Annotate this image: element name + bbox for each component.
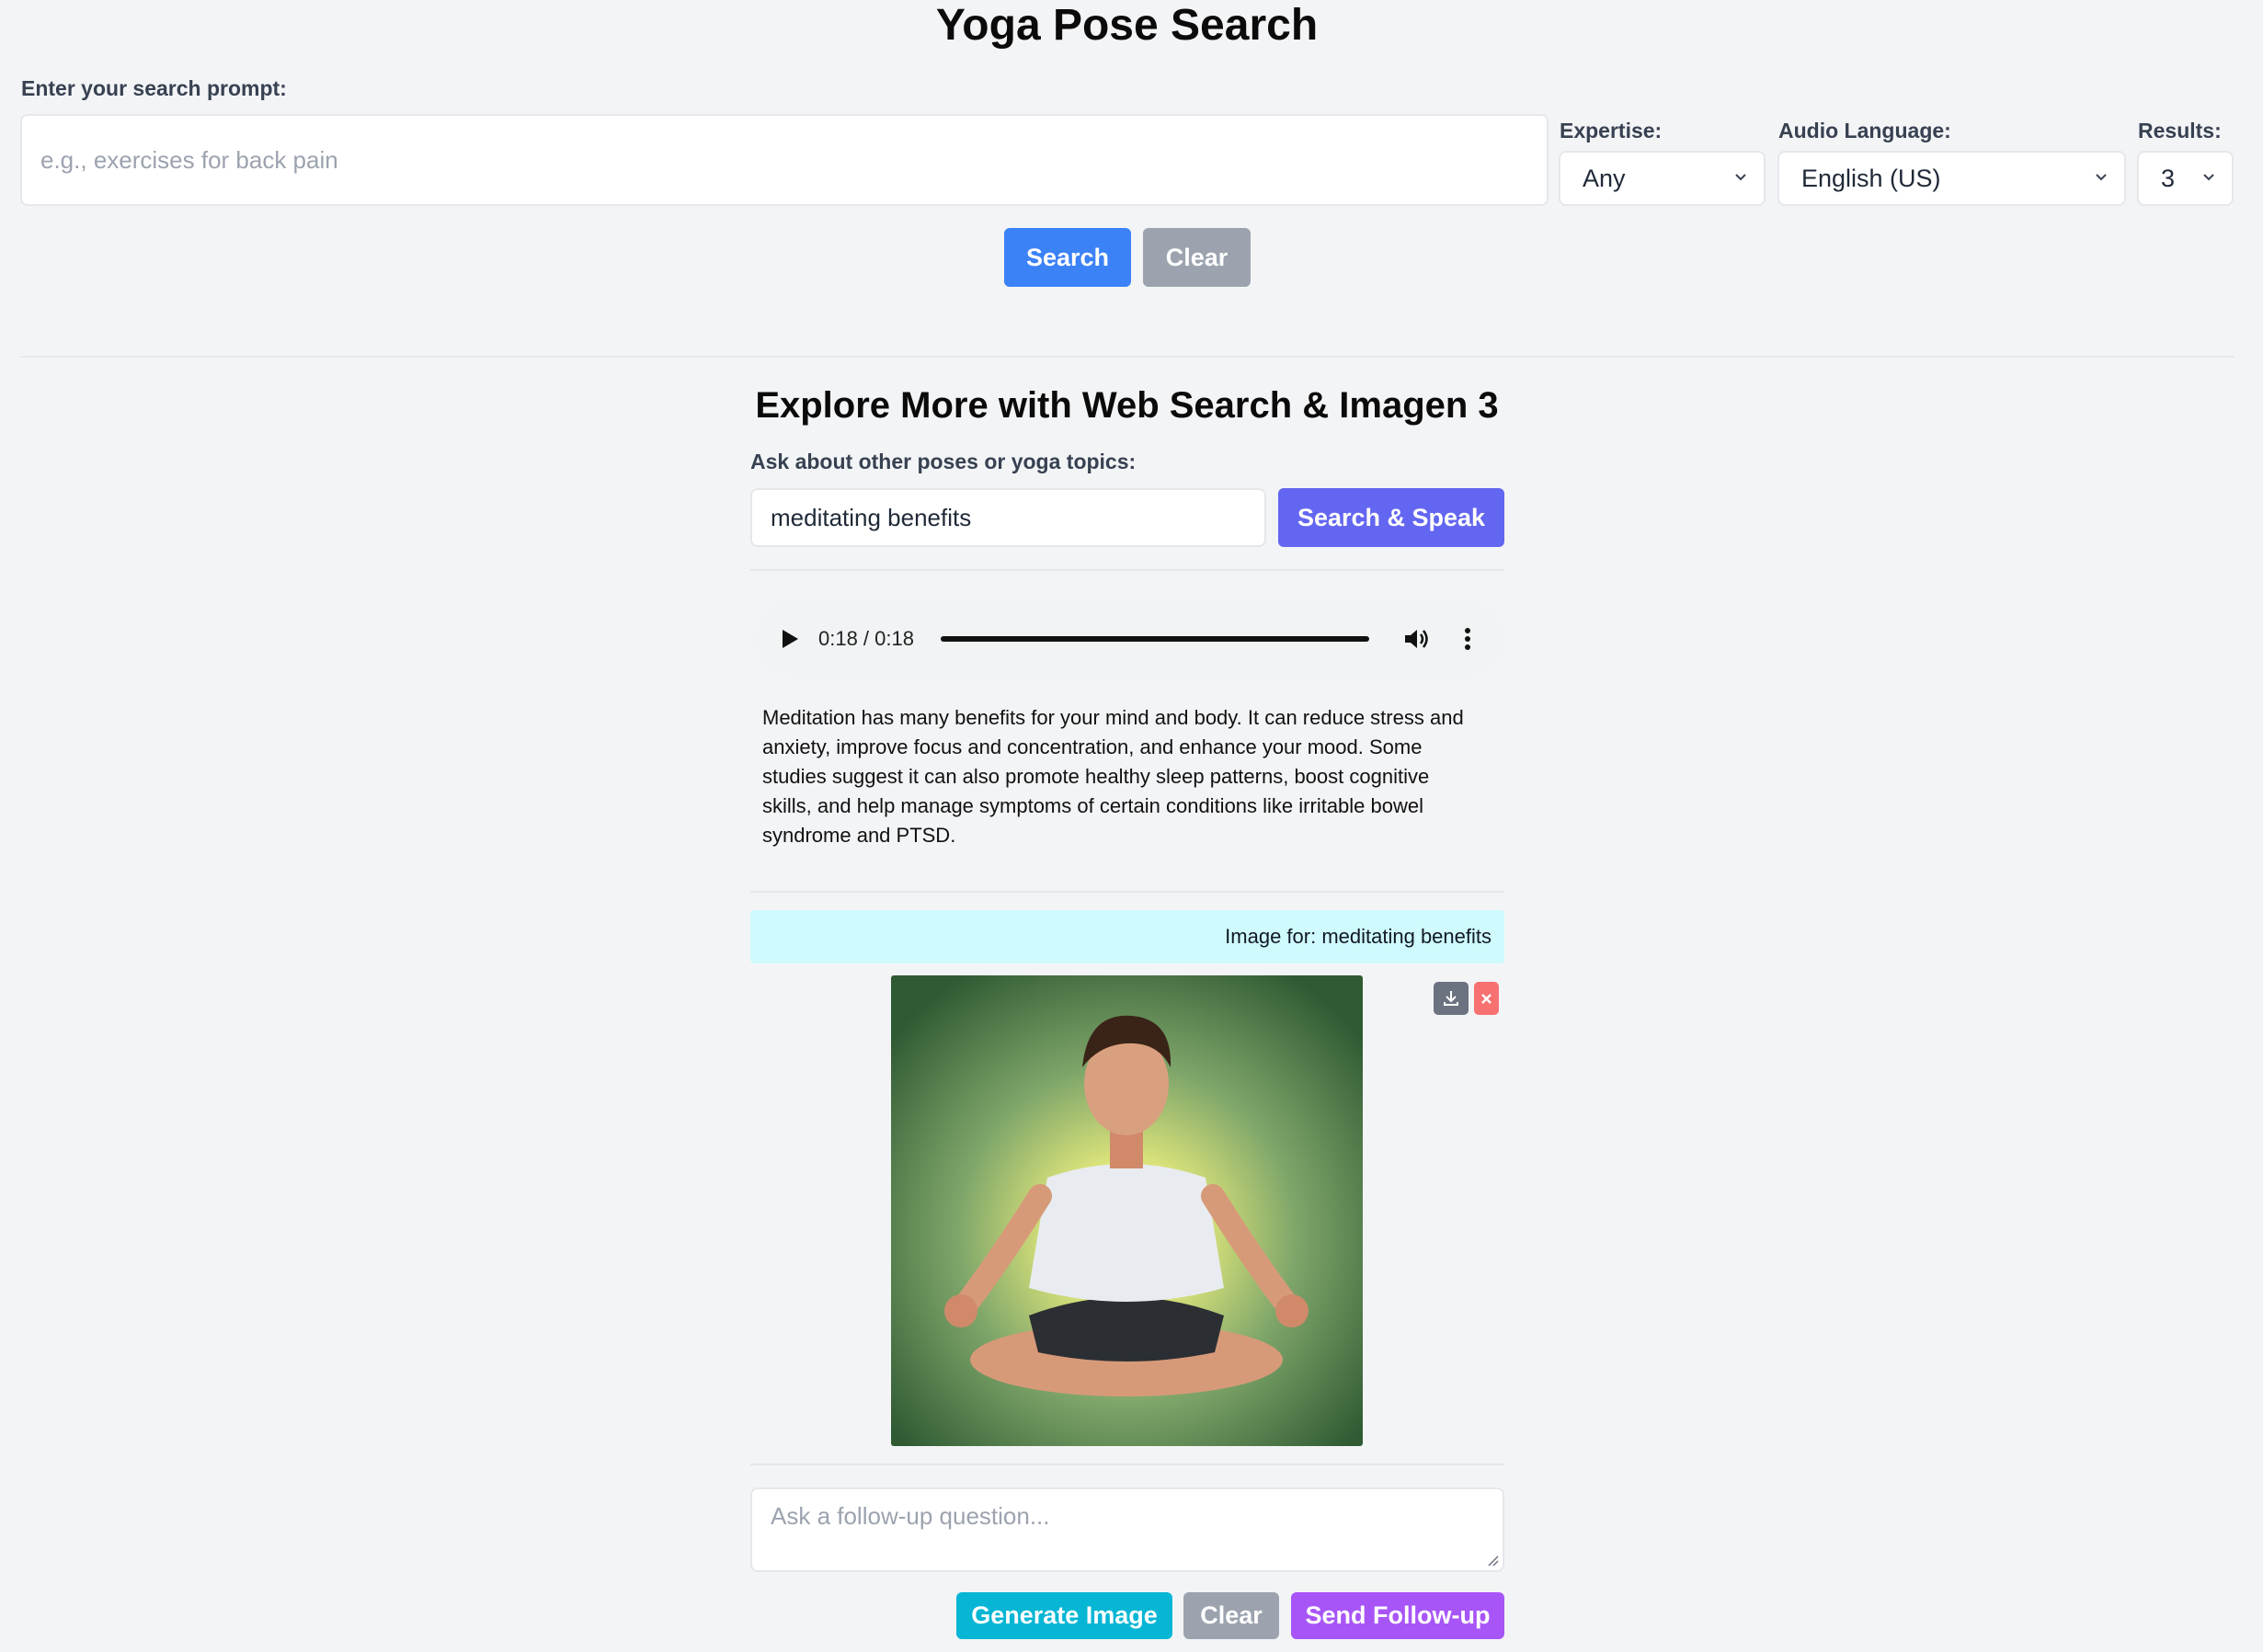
search-speak-button[interactable]: Search & Speak <box>1278 488 1504 547</box>
expertise-label: Expertise: <box>1560 119 1663 142</box>
more-vertical-icon[interactable] <box>1464 626 1471 652</box>
audio-language-select[interactable]: English (US) <box>1777 151 2126 206</box>
page-title: Yoga Pose Search <box>935 1 1319 50</box>
ask-label: Ask about other poses or yoga topics: <box>750 450 1137 473</box>
search-input-placeholder: e.g., exercises for back pain <box>40 145 338 174</box>
chevron-down-icon <box>2203 174 2214 181</box>
audio-progress-track[interactable] <box>941 636 1369 642</box>
followup-clear-button[interactable]: Clear <box>1183 1592 1279 1639</box>
audio-player[interactable]: 0:18 / 0:18 <box>754 602 1504 676</box>
audio-language-label: Audio Language: <box>1778 119 1951 142</box>
results-label: Results: <box>2138 119 2222 142</box>
divider <box>750 891 1504 893</box>
delete-image-button[interactable] <box>1474 982 1499 1015</box>
volume-icon[interactable] <box>1403 626 1431 652</box>
download-button[interactable] <box>1434 982 1469 1015</box>
expertise-select[interactable]: Any <box>1559 151 1766 206</box>
explore-title: Explore More with Web Search & Imagen 3 <box>755 385 1499 426</box>
generated-image <box>891 975 1363 1446</box>
expertise-value: Any <box>1583 164 1626 192</box>
explore-query-value: meditating benefits <box>771 503 972 531</box>
clear-button[interactable]: Clear <box>1143 228 1251 287</box>
download-icon <box>1444 991 1458 1006</box>
audio-time: 0:18 / 0:18 <box>818 627 914 650</box>
followup-placeholder: Ask a follow-up question... <box>771 1502 1050 1530</box>
play-icon[interactable] <box>780 628 800 650</box>
divider <box>750 1464 1504 1465</box>
results-select[interactable]: 3 <box>2137 151 2234 206</box>
divider <box>750 569 1504 571</box>
send-followup-button[interactable]: Send Follow-up <box>1291 1592 1504 1639</box>
results-value: 3 <box>2161 164 2176 192</box>
audio-language-value: English (US) <box>1801 164 1941 192</box>
search-button[interactable]: Search <box>1004 228 1131 287</box>
search-input[interactable]: e.g., exercises for back pain <box>20 114 1549 206</box>
generate-image-button[interactable]: Generate Image <box>956 1592 1172 1639</box>
explore-query-input[interactable]: meditating benefits <box>750 488 1266 547</box>
chevron-down-icon <box>1735 174 1746 181</box>
section-divider <box>20 356 2234 358</box>
followup-textarea[interactable]: Ask a follow-up question... <box>750 1487 1504 1572</box>
answer-text: Meditation has many benefits for your mi… <box>762 706 1464 847</box>
audio-progress-fill <box>941 636 1369 642</box>
search-prompt-label: Enter your search prompt: <box>21 76 287 100</box>
resize-handle-icon[interactable] <box>1486 1554 1499 1567</box>
image-caption: Image for: meditating benefits <box>750 910 1504 963</box>
chevron-down-icon <box>2096 174 2107 181</box>
close-icon <box>1481 994 1492 1004</box>
